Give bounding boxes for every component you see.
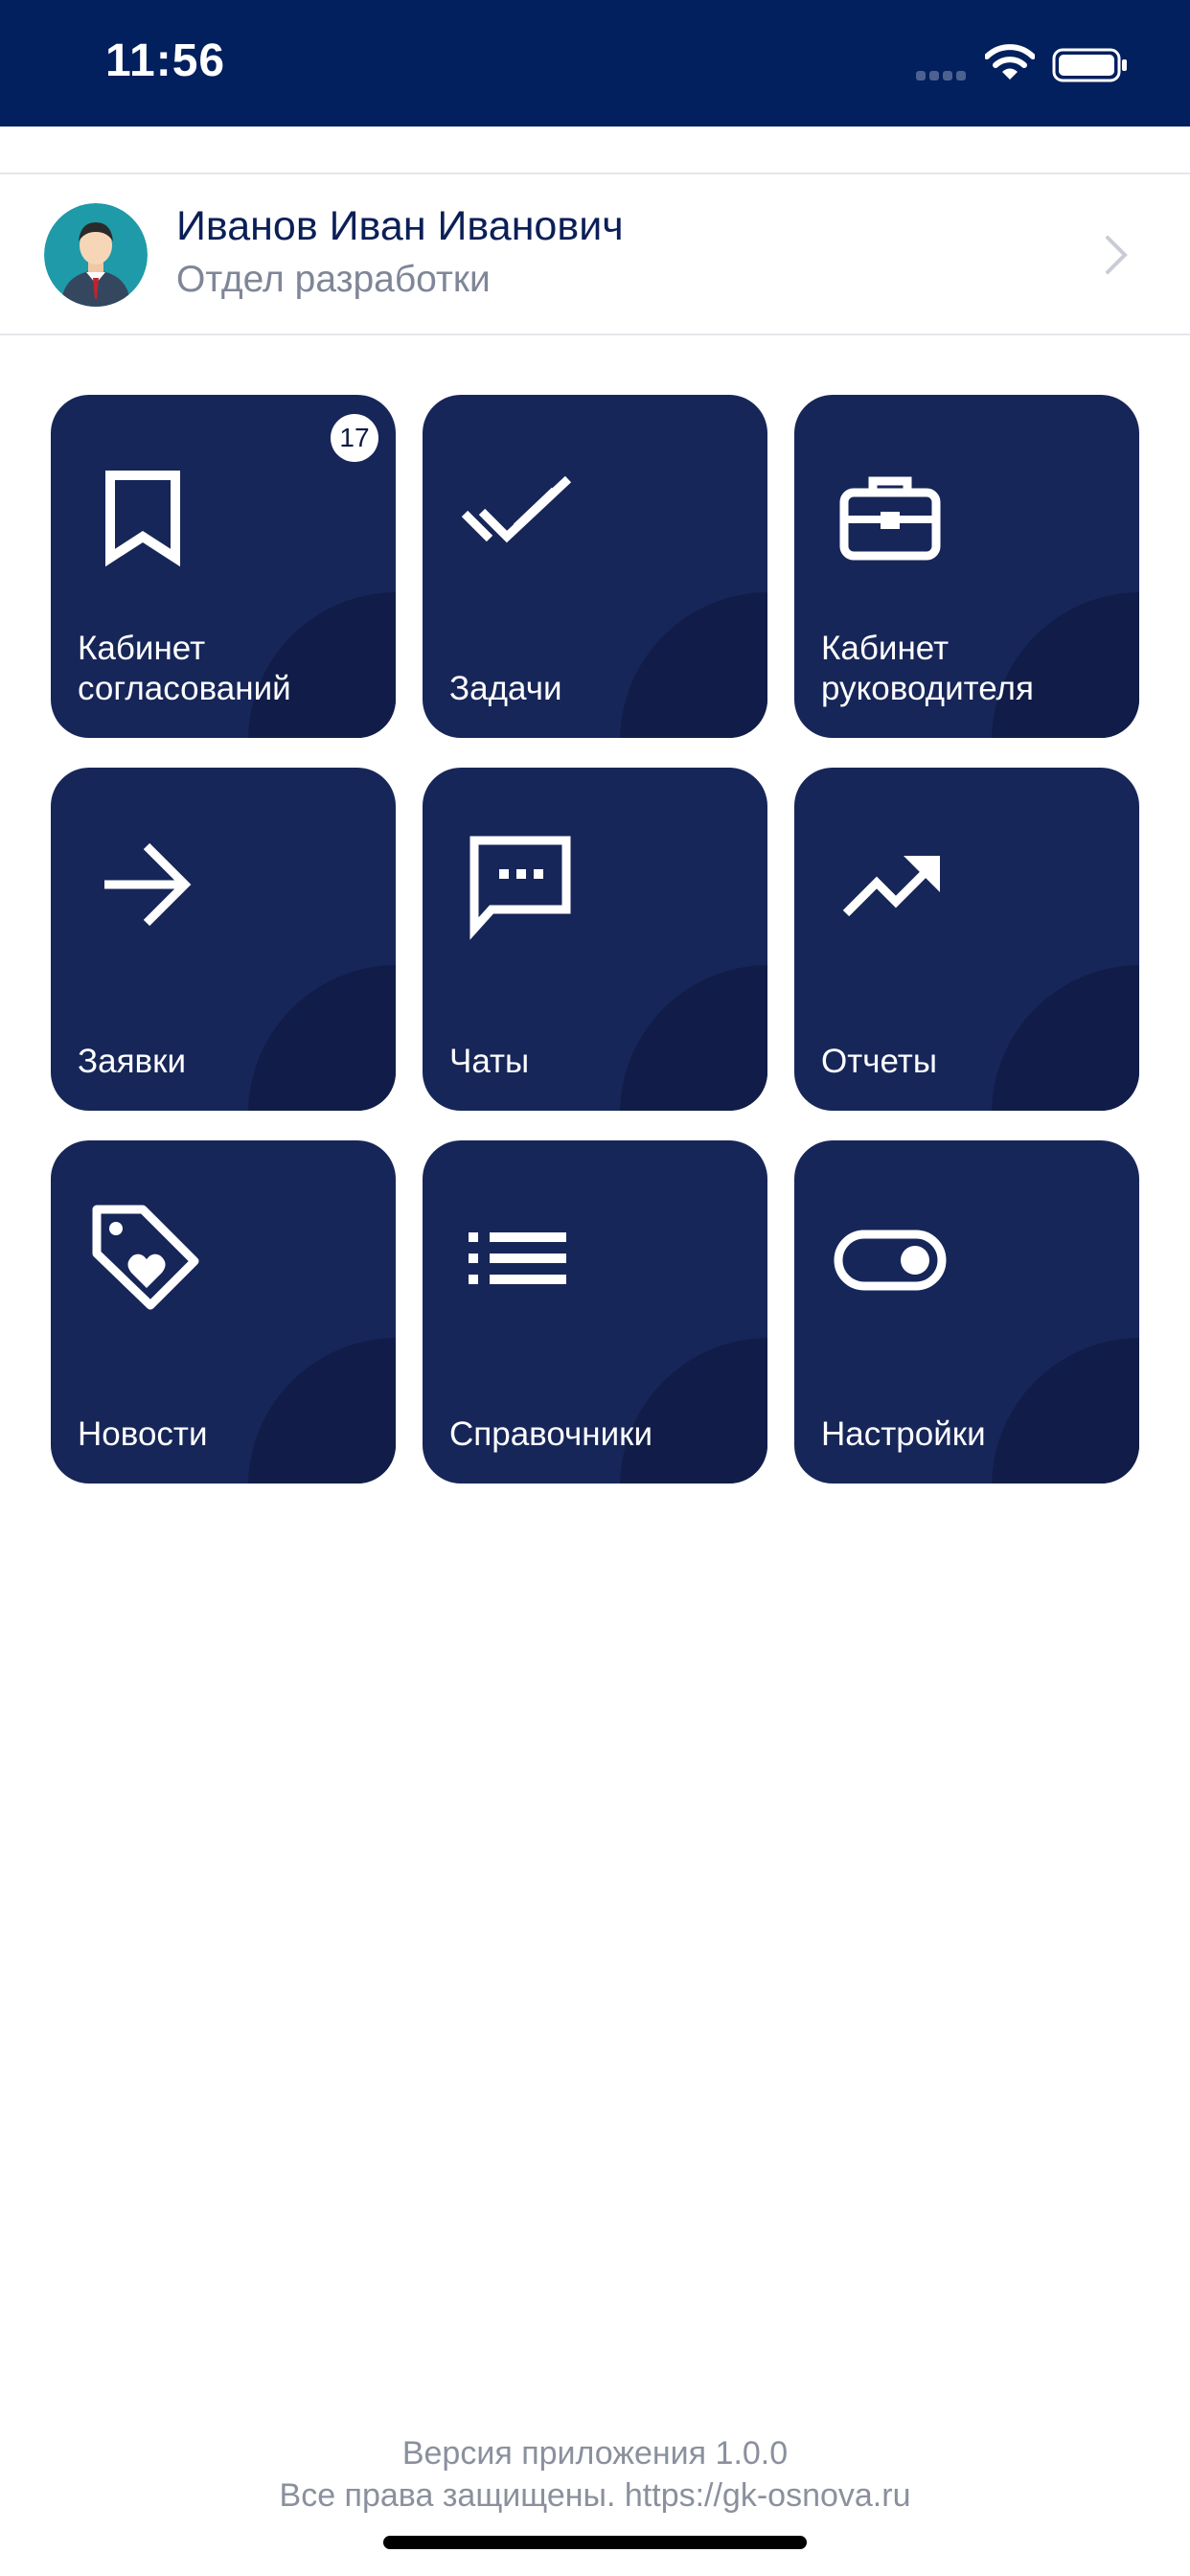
tag-heart-icon: [92, 1205, 199, 1310]
tile-label: Заявки: [78, 1043, 187, 1080]
toggle-icon: [834, 1230, 947, 1291]
tile-label: Справочники: [449, 1415, 653, 1453]
profile-row[interactable]: Иванов Иван Иванович Отдел разработки: [0, 174, 1190, 335]
tile-label: Кабинет руководителя: [821, 630, 1034, 707]
tile-decoration: [620, 592, 767, 738]
tile-label: Задачи: [449, 670, 562, 707]
copyright: Все права защищены. https://gk-osnova.ru: [279, 2477, 911, 2514]
profile-name: Иванов Иван Иванович: [176, 203, 624, 249]
battery-icon: [1052, 48, 1127, 82]
wifi-icon: [985, 44, 1035, 80]
profile-department: Отдел разработки: [176, 259, 491, 300]
arrow-right-icon: [104, 842, 192, 927]
tile-decoration: [248, 965, 396, 1111]
chat-icon: [469, 836, 571, 940]
tile-manager-cabinet[interactable]: Кабинет руководителя: [794, 395, 1139, 738]
briefcase-icon: [839, 476, 941, 561]
bookmark-icon: [105, 471, 180, 567]
footer: Версия приложения 1.0.0 Все права защище…: [0, 2432, 1190, 2517]
tile-label: Чаты: [449, 1043, 530, 1080]
trending-up-icon: [842, 856, 940, 917]
tile-label: Кабинет согласований: [78, 630, 291, 707]
status-bar: 11:56: [0, 0, 1190, 126]
cellular-signal-icon: [916, 71, 970, 82]
tile-decoration: [620, 965, 767, 1111]
tile-news[interactable]: Новости: [51, 1140, 396, 1484]
double-check-icon: [461, 475, 572, 543]
tile-chats[interactable]: Чаты: [423, 768, 767, 1111]
tile-tasks[interactable]: Задачи: [423, 395, 767, 738]
avatar: [44, 203, 148, 307]
tile-label: Новости: [78, 1415, 208, 1453]
status-time: 11:56: [105, 35, 226, 86]
tile-directories[interactable]: Справочники: [423, 1140, 767, 1484]
tile-label: Настройки: [821, 1415, 986, 1453]
app-version: Версия приложения 1.0.0: [401, 2435, 789, 2472]
chevron-right-icon: [1106, 236, 1128, 274]
tile-decoration: [992, 965, 1139, 1111]
tile-approvals[interactable]: 17 Кабинет согласований: [51, 395, 396, 738]
tile-reports[interactable]: Отчеты: [794, 768, 1139, 1111]
tile-decoration: [620, 1338, 767, 1484]
tile-decoration: [248, 1338, 396, 1484]
tile-label: Отчеты: [821, 1043, 937, 1080]
menu-grid: 17 Кабинет согласований Задачи Кабинет р…: [51, 395, 1139, 1485]
tile-decoration: [992, 1338, 1139, 1484]
approvals-count-badge: 17: [331, 414, 378, 462]
home-indicator[interactable]: [383, 2536, 807, 2549]
list-icon: [469, 1232, 566, 1284]
tile-settings[interactable]: Настройки: [794, 1140, 1139, 1484]
tile-requests[interactable]: Заявки: [51, 768, 396, 1111]
